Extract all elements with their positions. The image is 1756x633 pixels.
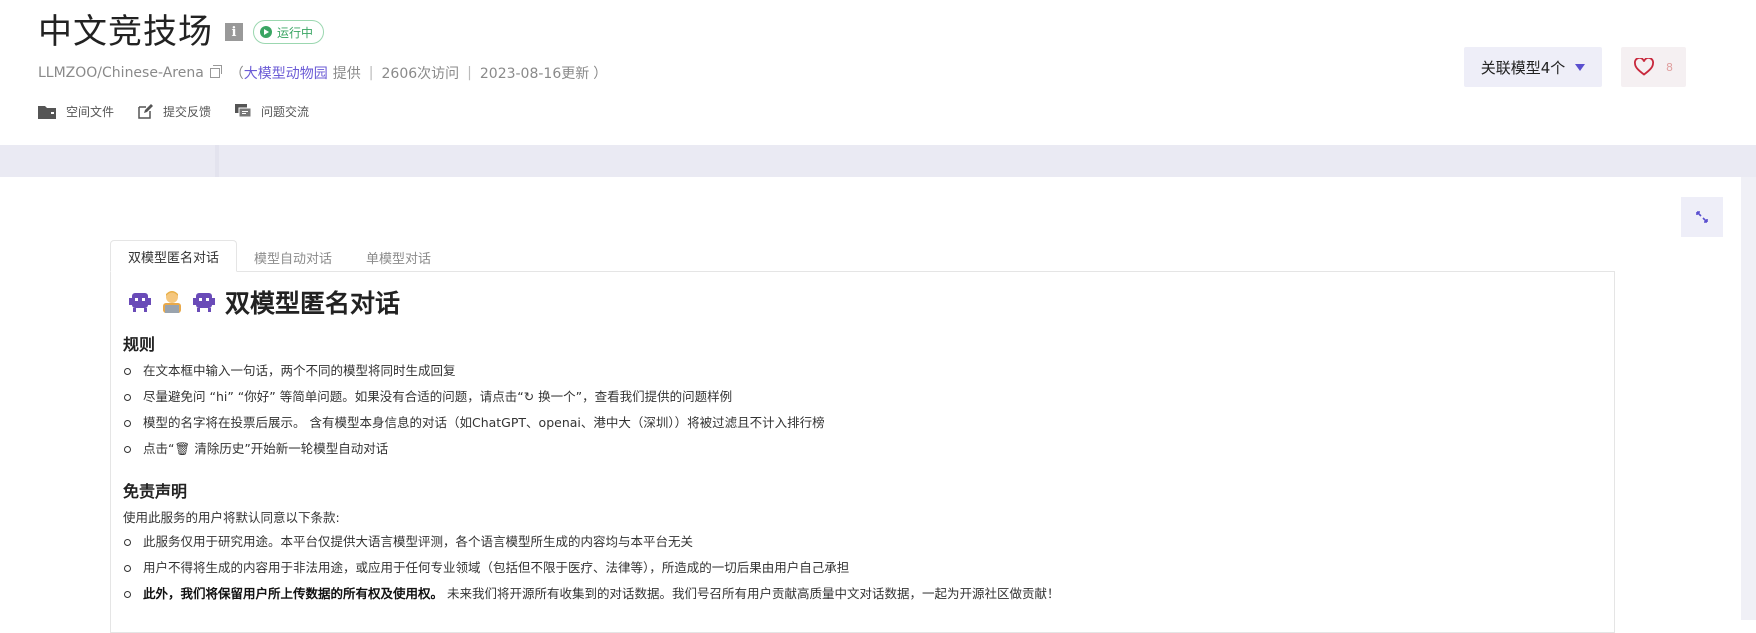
section-title: 双模型匿名对话: [225, 289, 401, 318]
folder-icon: [38, 105, 56, 119]
disclaimer-intro: 使用此服务的用户将默认同意以下条款:: [123, 510, 340, 525]
provider-suffix: 提供: [332, 66, 361, 82]
provider-prefix: （: [229, 66, 244, 82]
page-title: 中文竞技场: [38, 12, 213, 52]
disclaimer-list: 此服务仅用于研究用途。本平台仅提供大语言模型评测，各个语言模型所生成的内容均与本…: [123, 529, 1060, 607]
play-icon: [260, 26, 272, 38]
fullscreen-button[interactable]: [1681, 197, 1723, 237]
edit-icon: [138, 104, 154, 119]
tab-anonymous-dual[interactable]: 双模型匿名对话: [110, 240, 238, 272]
provider-link[interactable]: 大模型动物园: [244, 63, 328, 83]
heart-icon: [1634, 58, 1654, 76]
title-row: 中文竞技场 i 运行中: [38, 12, 325, 52]
tab-panel: 双模型匿名对话 规则 在文本框中输入一句话，两个不同的模型将同时生成回复 尽量避…: [110, 271, 1615, 633]
space-header: 中文竞技场 i 运行中 LLMZOO/Chinese-Arena （ 大模型动物…: [0, 0, 1756, 145]
band-shade: [215, 145, 219, 177]
space-files-label: 空间文件: [66, 105, 115, 119]
technologist-icon: [163, 291, 181, 313]
feedback-button[interactable]: 提交反馈: [138, 103, 211, 120]
status-label: 运行中: [277, 25, 314, 40]
tab-auto-dialogue[interactable]: 模型自动对话: [237, 242, 349, 272]
repo-name: LLMZOO/Chinese-Arena: [38, 65, 204, 81]
update-date: 2023-08-16更新: [479, 66, 590, 82]
tab-bar: 双模型匿名对话 模型自动对话 单模型对话: [110, 240, 448, 272]
status-badge: 运行中: [253, 20, 325, 44]
header-divider-band: [0, 145, 1756, 177]
like-button[interactable]: 8: [1621, 47, 1686, 87]
like-count: 8: [1666, 60, 1673, 74]
list-item: 用户不得将生成的内容用于非法用途，或应用于任何专业领域（包括但不限于医疗、法律等…: [123, 555, 1060, 581]
actions-row: 空间文件 提交反馈 问题交流: [38, 103, 333, 120]
divider: |: [368, 65, 374, 81]
related-models-label: 关联模型4个: [1480, 58, 1566, 77]
discussion-button[interactable]: 问题交流: [235, 103, 309, 120]
divider: |: [467, 65, 472, 81]
chevron-down-icon: [1575, 63, 1586, 71]
right-gutter: [1741, 177, 1756, 620]
bold-notice: 此外，我们将保留用户所上传数据的所有权及使用权。: [143, 586, 444, 601]
notice-text: 未来我们将开源所有收集到的对话数据。我们号召所有用户贡献高质量中文对话数据，一起…: [447, 586, 1060, 601]
tab-single-model[interactable]: 单模型对话: [349, 242, 448, 272]
chat-icon: [235, 104, 252, 118]
related-models-dropdown[interactable]: 关联模型4个: [1464, 47, 1602, 87]
rules-list: 在文本框中输入一句话，两个不同的模型将同时生成回复 尽量避免问 “hi” “你好…: [123, 358, 825, 462]
list-item: 此外，我们将保留用户所上传数据的所有权及使用权。 未来我们将开源所有收集到的对话…: [123, 581, 1060, 607]
list-item: 尽量避免问 “hi” “你好” 等简单问题。如果没有合适的问题，请点击“↻ 换一…: [123, 384, 825, 410]
list-item: 此服务仅用于研究用途。本平台仅提供大语言模型评测，各个语言模型所生成的内容均与本…: [123, 529, 1060, 555]
visit-count: 2606次访问: [381, 66, 460, 82]
disclaimer-heading: 免责声明: [123, 482, 188, 501]
list-item: 在文本框中输入一句话，两个不同的模型将同时生成回复: [123, 358, 825, 384]
info-icon[interactable]: i: [225, 23, 243, 41]
expand-icon: [1696, 211, 1708, 223]
alien-monster-icon: [193, 293, 215, 312]
closing-paren: ）: [593, 66, 608, 82]
rules-heading: 规则: [123, 335, 156, 354]
meta-row: LLMZOO/Chinese-Arena （ 大模型动物园 提供 | 2606次…: [38, 63, 607, 83]
space-files-button[interactable]: 空间文件: [38, 103, 114, 120]
discussion-label: 问题交流: [261, 105, 310, 119]
copy-icon[interactable]: [209, 65, 222, 78]
alien-monster-icon: [129, 293, 151, 312]
list-item: 点击“🗑 清除历史”开始新一轮模型自动对话: [123, 436, 825, 462]
feedback-label: 提交反馈: [163, 105, 212, 119]
list-item: 模型的名字将在投票后展示。 含有模型本身信息的对话（如ChatGPT、opena…: [123, 410, 825, 436]
section-heading: 双模型匿名对话: [127, 284, 400, 320]
